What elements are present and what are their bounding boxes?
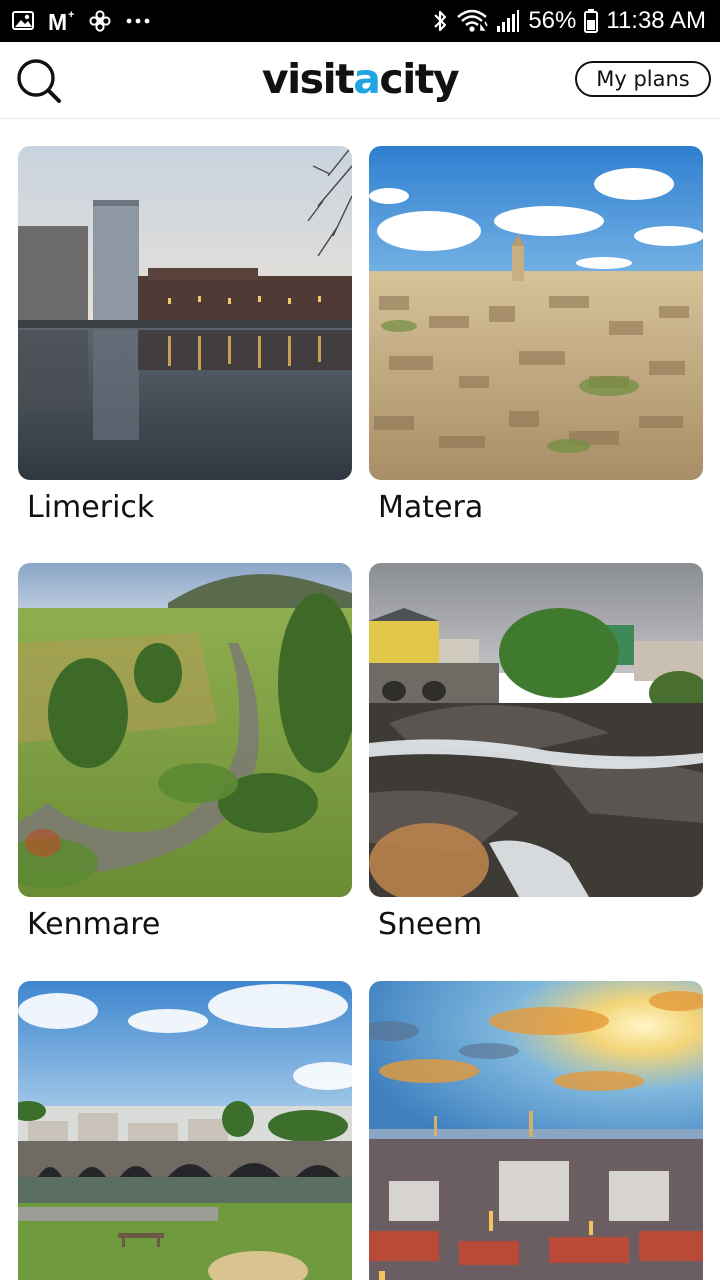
gallery-notification-icon	[12, 10, 36, 32]
bluetooth-icon	[432, 8, 448, 34]
svg-text:M: M	[48, 9, 67, 33]
city-name: Sneem	[378, 907, 483, 942]
pinwheel-notification-icon	[88, 9, 112, 33]
system-status: 56% 11:38 AM	[432, 6, 706, 36]
city-photo	[18, 146, 352, 480]
gmail-notification-icon: M +	[48, 9, 76, 33]
my-plans-button[interactable]: My plans	[575, 61, 711, 97]
battery-icon	[584, 9, 599, 33]
app-header: visitacity My plans	[0, 42, 720, 119]
logo-text-accent: a	[353, 55, 381, 103]
clock: 11:38 AM	[606, 7, 706, 34]
city-photo	[18, 981, 352, 1280]
city-name: Matera	[378, 490, 484, 525]
city-grid: Limerick Matera Kenmare Sneem	[0, 118, 720, 1280]
notification-icons: M +	[12, 8, 152, 34]
signal-icon	[496, 9, 520, 33]
city-photo	[369, 981, 703, 1280]
city-name: Limerick	[27, 490, 155, 525]
logo-text-city: city	[379, 55, 459, 103]
city-photo	[369, 563, 703, 897]
wifi-icon	[456, 8, 488, 34]
more-notifications-icon	[124, 16, 152, 26]
city-name: Kenmare	[27, 907, 161, 942]
svg-text:+: +	[68, 9, 74, 21]
city-photo	[18, 563, 352, 897]
status-bar: M + 56% 11:38 AM	[0, 0, 720, 42]
logo-text-visit: visit	[261, 55, 355, 103]
city-photo	[369, 146, 703, 480]
battery-percent: 56%	[528, 7, 577, 34]
